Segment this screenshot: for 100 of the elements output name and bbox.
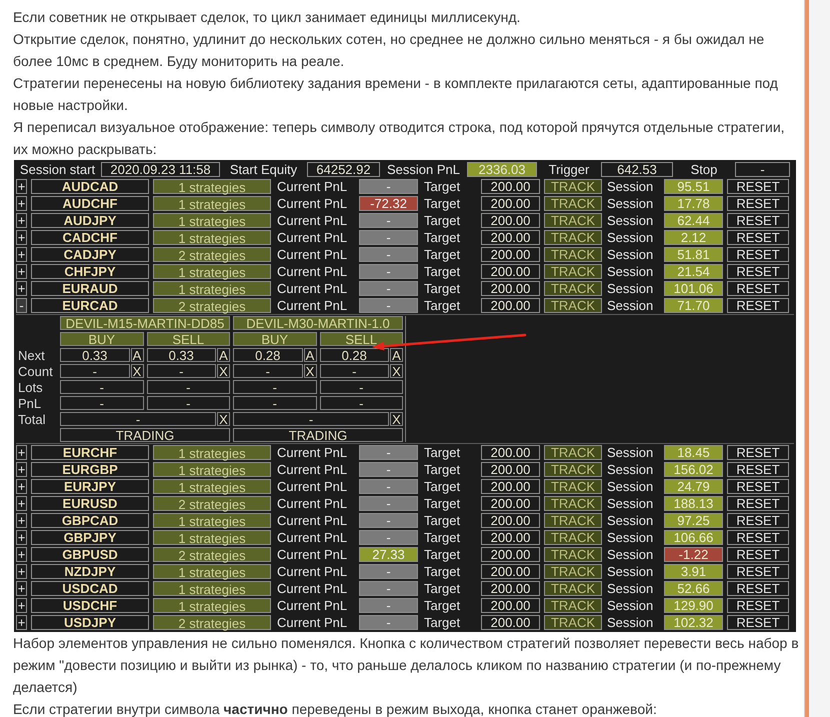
expand-toggle[interactable]: + (16, 615, 27, 630)
expand-toggle[interactable]: + (16, 513, 27, 528)
reset-button[interactable]: RESET (727, 179, 789, 194)
track-button[interactable]: TRACK (544, 564, 602, 579)
reset-button[interactable]: RESET (727, 230, 789, 245)
target-field[interactable]: 200.00 (481, 196, 540, 211)
close-button[interactable]: X (130, 364, 144, 378)
reset-button[interactable]: RESET (727, 281, 789, 296)
reset-button[interactable]: RESET (727, 247, 789, 262)
track-button[interactable]: TRACK (544, 581, 602, 596)
track-button[interactable]: TRACK (544, 530, 602, 545)
reset-button[interactable]: RESET (727, 547, 789, 562)
strategies-button[interactable]: 2 strategies (153, 247, 271, 262)
close-button[interactable]: X (217, 412, 230, 426)
expand-toggle[interactable]: + (16, 547, 27, 562)
track-button[interactable]: TRACK (544, 547, 602, 562)
close-button[interactable]: X (304, 364, 316, 378)
expand-toggle[interactable]: + (16, 264, 27, 279)
strategies-button[interactable]: 1 strategies (153, 598, 271, 613)
target-field[interactable]: 200.00 (481, 213, 540, 228)
expand-toggle[interactable]: + (16, 230, 27, 245)
track-button[interactable]: TRACK (544, 230, 602, 245)
reset-button[interactable]: RESET (727, 264, 789, 279)
strategies-button[interactable]: 1 strategies (153, 445, 271, 460)
reset-button[interactable]: RESET (727, 581, 789, 596)
track-button[interactable]: TRACK (544, 513, 602, 528)
strategies-button[interactable]: 1 strategies (153, 581, 271, 596)
track-button[interactable]: TRACK (544, 247, 602, 262)
track-button[interactable]: TRACK (544, 196, 602, 211)
strategies-button[interactable]: 1 strategies (153, 513, 271, 528)
expand-toggle[interactable]: + (16, 479, 27, 494)
expand-toggle[interactable]: + (16, 281, 27, 296)
expand-toggle[interactable]: + (16, 598, 27, 613)
target-field[interactable]: 200.00 (481, 298, 540, 313)
mode-button[interactable]: A (217, 348, 230, 362)
track-button[interactable]: TRACK (544, 615, 602, 630)
close-button[interactable]: X (217, 364, 230, 378)
target-field[interactable]: 200.00 (481, 479, 540, 494)
track-button[interactable]: TRACK (544, 479, 602, 494)
reset-button[interactable]: RESET (727, 496, 789, 511)
close-button[interactable]: X (390, 364, 403, 378)
strategies-button[interactable]: 1 strategies (153, 213, 271, 228)
reset-button[interactable]: RESET (727, 615, 789, 630)
mode-button[interactable]: A (304, 348, 316, 362)
track-button[interactable]: TRACK (544, 445, 602, 460)
reset-button[interactable]: RESET (727, 513, 789, 528)
strategies-button[interactable]: 1 strategies (153, 179, 271, 194)
expand-toggle[interactable]: + (16, 213, 27, 228)
expand-toggle[interactable]: + (16, 247, 27, 262)
strategies-button[interactable]: 2 strategies (153, 496, 271, 511)
strategies-button[interactable]: 1 strategies (153, 196, 271, 211)
strategies-button[interactable]: 1 strategies (153, 564, 271, 579)
expand-toggle[interactable]: - (16, 298, 27, 313)
target-field[interactable]: 200.00 (481, 581, 540, 596)
target-field[interactable]: 200.00 (481, 230, 540, 245)
expand-toggle[interactable]: + (16, 581, 27, 596)
expand-toggle[interactable]: + (16, 496, 27, 511)
target-field[interactable]: 200.00 (481, 564, 540, 579)
track-button[interactable]: TRACK (544, 496, 602, 511)
target-field[interactable]: 200.00 (481, 615, 540, 630)
reset-button[interactable]: RESET (727, 196, 789, 211)
target-field[interactable]: 200.00 (481, 445, 540, 460)
strategies-button[interactable]: 1 strategies (153, 281, 271, 296)
reset-button[interactable]: RESET (727, 598, 789, 613)
strategy-name-button[interactable]: DEVIL-M15-MARTIN-DD85 (60, 316, 230, 330)
target-field[interactable]: 200.00 (481, 179, 540, 194)
track-button[interactable]: TRACK (544, 298, 602, 313)
expand-toggle[interactable]: + (16, 564, 27, 579)
target-field[interactable]: 200.00 (481, 598, 540, 613)
expand-toggle[interactable]: + (16, 530, 27, 545)
strategies-button[interactable]: 1 strategies (153, 462, 271, 477)
strategy-name-button[interactable]: DEVIL-M30-MARTIN-1.0 (233, 316, 403, 330)
track-button[interactable]: TRACK (544, 281, 602, 296)
reset-button[interactable]: RESET (727, 564, 789, 579)
strategies-button[interactable]: 1 strategies (153, 479, 271, 494)
reset-button[interactable]: RESET (727, 530, 789, 545)
strategies-button[interactable]: 1 strategies (153, 264, 271, 279)
track-button[interactable]: TRACK (544, 264, 602, 279)
close-button[interactable]: X (390, 412, 403, 426)
mode-button[interactable]: A (130, 348, 144, 362)
mode-button[interactable]: A (390, 348, 403, 362)
target-field[interactable]: 200.00 (481, 281, 540, 296)
expand-toggle[interactable]: + (16, 196, 27, 211)
track-button[interactable]: TRACK (544, 462, 602, 477)
target-field[interactable]: 200.00 (481, 462, 540, 477)
target-field[interactable]: 200.00 (481, 547, 540, 562)
strategies-button[interactable]: 2 strategies (153, 298, 271, 313)
reset-button[interactable]: RESET (727, 298, 789, 313)
reset-button[interactable]: RESET (727, 462, 789, 477)
track-button[interactable]: TRACK (544, 598, 602, 613)
target-field[interactable]: 200.00 (481, 264, 540, 279)
expand-toggle[interactable]: + (16, 462, 27, 477)
reset-button[interactable]: RESET (727, 445, 789, 460)
strategies-button[interactable]: 1 strategies (153, 230, 271, 245)
target-field[interactable]: 200.00 (481, 247, 540, 262)
strategies-button[interactable]: 2 strategies (153, 615, 271, 630)
reset-button[interactable]: RESET (727, 479, 789, 494)
track-button[interactable]: TRACK (544, 179, 602, 194)
expand-toggle[interactable]: + (16, 445, 27, 460)
target-field[interactable]: 200.00 (481, 496, 540, 511)
